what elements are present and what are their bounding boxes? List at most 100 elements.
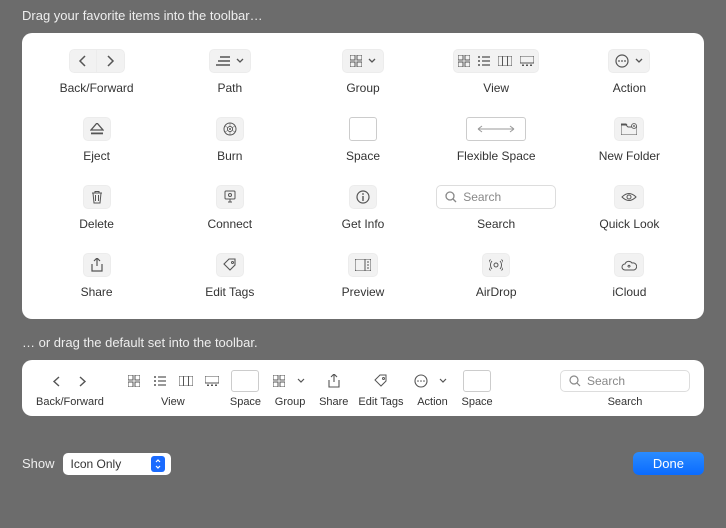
item-space[interactable]: Space xyxy=(300,117,425,163)
space-box-icon xyxy=(349,117,377,141)
search-placeholder: Search xyxy=(587,374,625,388)
item-label: View xyxy=(483,81,509,95)
item-label: Edit Tags xyxy=(358,396,403,408)
info-icon xyxy=(356,190,370,204)
item-label: Edit Tags xyxy=(205,285,254,299)
item-label: Group xyxy=(346,81,379,95)
item-burn[interactable]: Burn xyxy=(167,117,292,163)
burn-icon xyxy=(223,122,237,136)
icon-gallery-icon xyxy=(204,376,220,386)
chevron-right-icon xyxy=(75,376,91,387)
drag-items-instruction: Drag your favorite items into the toolba… xyxy=(0,0,726,33)
default-action[interactable]: Action xyxy=(413,370,451,408)
show-label: Show xyxy=(22,456,55,471)
chevron-down-icon xyxy=(293,378,309,384)
item-flexible-space[interactable]: Flexible Space xyxy=(434,117,559,163)
default-search[interactable]: Search Search xyxy=(560,370,690,408)
tag-icon xyxy=(373,374,389,388)
show-select[interactable]: Icon Only xyxy=(63,453,172,475)
grid-icon xyxy=(350,55,362,67)
share-icon xyxy=(91,258,103,272)
item-path[interactable]: Path xyxy=(167,49,292,95)
item-delete[interactable]: Delete xyxy=(34,185,159,231)
icon-list-icon xyxy=(478,56,490,66)
item-view[interactable]: View xyxy=(434,49,559,95)
item-label: Back/Forward xyxy=(36,396,104,408)
item-label: View xyxy=(161,396,185,408)
item-preview[interactable]: Preview xyxy=(300,253,425,299)
item-connect[interactable]: Connect xyxy=(167,185,292,231)
chevron-down-icon xyxy=(435,378,451,384)
default-set-instruction: … or drag the default set into the toolb… xyxy=(0,319,726,360)
default-view[interactable]: View xyxy=(126,370,220,408)
item-label: Eject xyxy=(83,149,110,163)
item-label: Share xyxy=(81,285,113,299)
item-label: Back/Forward xyxy=(60,81,134,95)
share-icon xyxy=(326,374,342,388)
icon-list-icon xyxy=(152,376,168,386)
default-edit-tags[interactable]: Edit Tags xyxy=(358,370,403,408)
grid-icon xyxy=(271,375,287,387)
chevron-down-icon xyxy=(635,58,643,64)
default-group[interactable]: Group xyxy=(271,370,309,408)
magnifier-icon xyxy=(445,191,457,203)
item-label: Space xyxy=(461,396,492,408)
item-label: Action xyxy=(417,396,448,408)
eye-icon xyxy=(621,192,637,202)
item-label: Space xyxy=(346,149,380,163)
eject-icon xyxy=(90,123,104,135)
done-label: Done xyxy=(653,456,684,471)
default-back-forward[interactable]: Back/Forward xyxy=(36,370,104,408)
icon-grid-icon xyxy=(126,375,142,387)
list-icon xyxy=(216,56,230,66)
item-edit-tags[interactable]: Edit Tags xyxy=(167,253,292,299)
item-label: Share xyxy=(319,396,348,408)
item-label: Connect xyxy=(207,217,252,231)
item-label: Search xyxy=(477,217,515,231)
chevron-down-icon xyxy=(236,58,244,64)
icon-gallery-icon xyxy=(520,56,534,66)
item-label: Flexible Space xyxy=(457,149,536,163)
item-new-folder[interactable]: New Folder xyxy=(567,117,692,163)
item-label: Search xyxy=(608,396,643,408)
done-button[interactable]: Done xyxy=(633,452,704,475)
item-icloud[interactable]: iCloud xyxy=(567,253,692,299)
footer: Show Icon Only Done xyxy=(0,452,726,475)
trash-icon xyxy=(91,190,103,204)
magnifier-icon xyxy=(569,375,581,387)
space-box-icon xyxy=(463,370,491,392)
item-back-forward[interactable]: Back/Forward xyxy=(34,49,159,95)
item-eject[interactable]: Eject xyxy=(34,117,159,163)
icon-columns-icon xyxy=(498,56,512,66)
item-group[interactable]: Group xyxy=(300,49,425,95)
flexible-space-icon xyxy=(466,117,526,141)
chevron-left-icon xyxy=(69,49,97,73)
item-label: Quick Look xyxy=(599,217,659,231)
item-label: Delete xyxy=(79,217,114,231)
preview-icon xyxy=(355,259,371,271)
default-space[interactable]: Space xyxy=(230,370,261,408)
item-label: iCloud xyxy=(612,285,646,299)
item-label: New Folder xyxy=(599,149,660,163)
item-action[interactable]: Action xyxy=(567,49,692,95)
item-airdrop[interactable]: AirDrop xyxy=(434,253,559,299)
icon-columns-icon xyxy=(178,376,194,386)
airdrop-icon xyxy=(489,258,503,272)
connect-icon xyxy=(223,190,237,204)
item-get-info[interactable]: Get Info xyxy=(300,185,425,231)
item-share[interactable]: Share xyxy=(34,253,159,299)
default-share[interactable]: Share xyxy=(319,370,348,408)
ellipsis-circle-icon xyxy=(413,374,429,388)
item-search[interactable]: Search Search xyxy=(434,185,559,231)
updown-arrows-icon xyxy=(151,456,165,472)
item-label: Burn xyxy=(217,149,242,163)
item-quick-look[interactable]: Quick Look xyxy=(567,185,692,231)
chevron-down-icon xyxy=(368,58,376,64)
default-toolbar-panel[interactable]: Back/Forward View Space Group xyxy=(22,360,704,416)
item-label: Path xyxy=(217,81,242,95)
default-space-2[interactable]: Space xyxy=(461,370,492,408)
chevron-left-icon xyxy=(49,376,65,387)
item-label: Preview xyxy=(342,285,385,299)
chevron-right-icon xyxy=(97,49,125,73)
tag-icon xyxy=(223,258,237,272)
